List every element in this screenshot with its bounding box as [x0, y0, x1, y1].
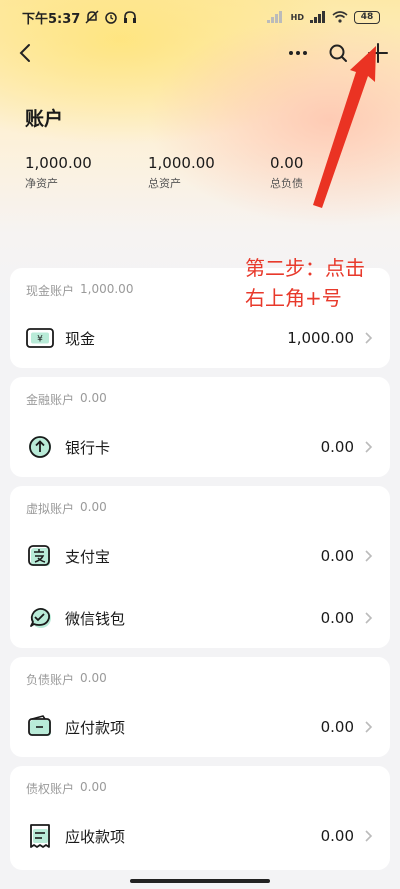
alipay-icon [26, 542, 54, 570]
chevron-right-icon [365, 550, 373, 562]
wechat-wallet-icon [26, 604, 54, 632]
section-title: 债权账户 [26, 782, 75, 796]
account-name: 微信钱包 [65, 609, 126, 628]
account-row-receivable[interactable]: 应收款项 0.00 [10, 814, 390, 858]
account-amount: 0.00 [320, 827, 354, 845]
annotation-text: 第二步：点击 右上角+号 [245, 253, 365, 313]
section-header: 负债账户 0.00 [26, 671, 107, 688]
section-receivables: 债权账户 0.00 应收款项 0.00 [10, 766, 390, 870]
section-total: 0.00 [80, 780, 107, 794]
section-title: 虚拟账户 [26, 502, 75, 516]
section-total: 0.00 [80, 500, 107, 514]
account-amount: 0.00 [320, 718, 354, 736]
account-row-alipay[interactable]: 支付宝 0.00 [10, 534, 390, 578]
section-total: 0.00 [80, 391, 107, 405]
section-financial: 金融账户 0.00 银行卡 0.00 [10, 377, 390, 477]
chevron-right-icon [365, 612, 373, 624]
account-name: 现金 [65, 329, 96, 348]
svg-text:¥: ¥ [37, 335, 43, 345]
home-indicator [130, 879, 270, 883]
chevron-right-icon [365, 830, 373, 842]
section-virtual: 虚拟账户 0.00 支付宝 0.00 微信钱包 0.00 [10, 486, 390, 648]
chevron-right-icon [365, 721, 373, 733]
account-amount: 0.00 [320, 609, 354, 627]
account-row-payable[interactable]: 应付款项 0.00 [10, 705, 390, 749]
annotation-line-1: 第二步：点击 [245, 256, 365, 280]
section-title: 金融账户 [26, 393, 75, 407]
account-row-cash[interactable]: ¥ 现金 1,000.00 [10, 316, 390, 360]
chevron-right-icon [365, 441, 373, 453]
section-header: 金融账户 0.00 [26, 391, 107, 408]
payable-icon [26, 713, 54, 741]
section-title: 负债账户 [26, 673, 75, 687]
receivable-icon [26, 822, 54, 850]
section-liabilities: 负债账户 0.00 应付款项 0.00 [10, 657, 390, 757]
section-header: 债权账户 0.00 [26, 780, 107, 797]
annotation-line-2: 右上角+号 [245, 286, 342, 310]
cash-icon: ¥ [26, 324, 54, 352]
section-header: 虚拟账户 0.00 [26, 500, 107, 517]
account-amount: 0.00 [320, 547, 354, 565]
section-total: 0.00 [80, 671, 107, 685]
account-amount: 0.00 [320, 438, 354, 456]
account-name: 应收款项 [65, 827, 126, 846]
account-row-bank-card[interactable]: 银行卡 0.00 [10, 425, 390, 469]
account-row-wechat-wallet[interactable]: 微信钱包 0.00 [10, 596, 390, 640]
account-amount: 1,000.00 [287, 329, 354, 347]
chevron-right-icon [365, 332, 373, 344]
account-name: 支付宝 [65, 547, 111, 566]
account-name: 应付款项 [65, 718, 126, 737]
account-name: 银行卡 [65, 438, 111, 457]
bank-card-icon [26, 433, 54, 461]
